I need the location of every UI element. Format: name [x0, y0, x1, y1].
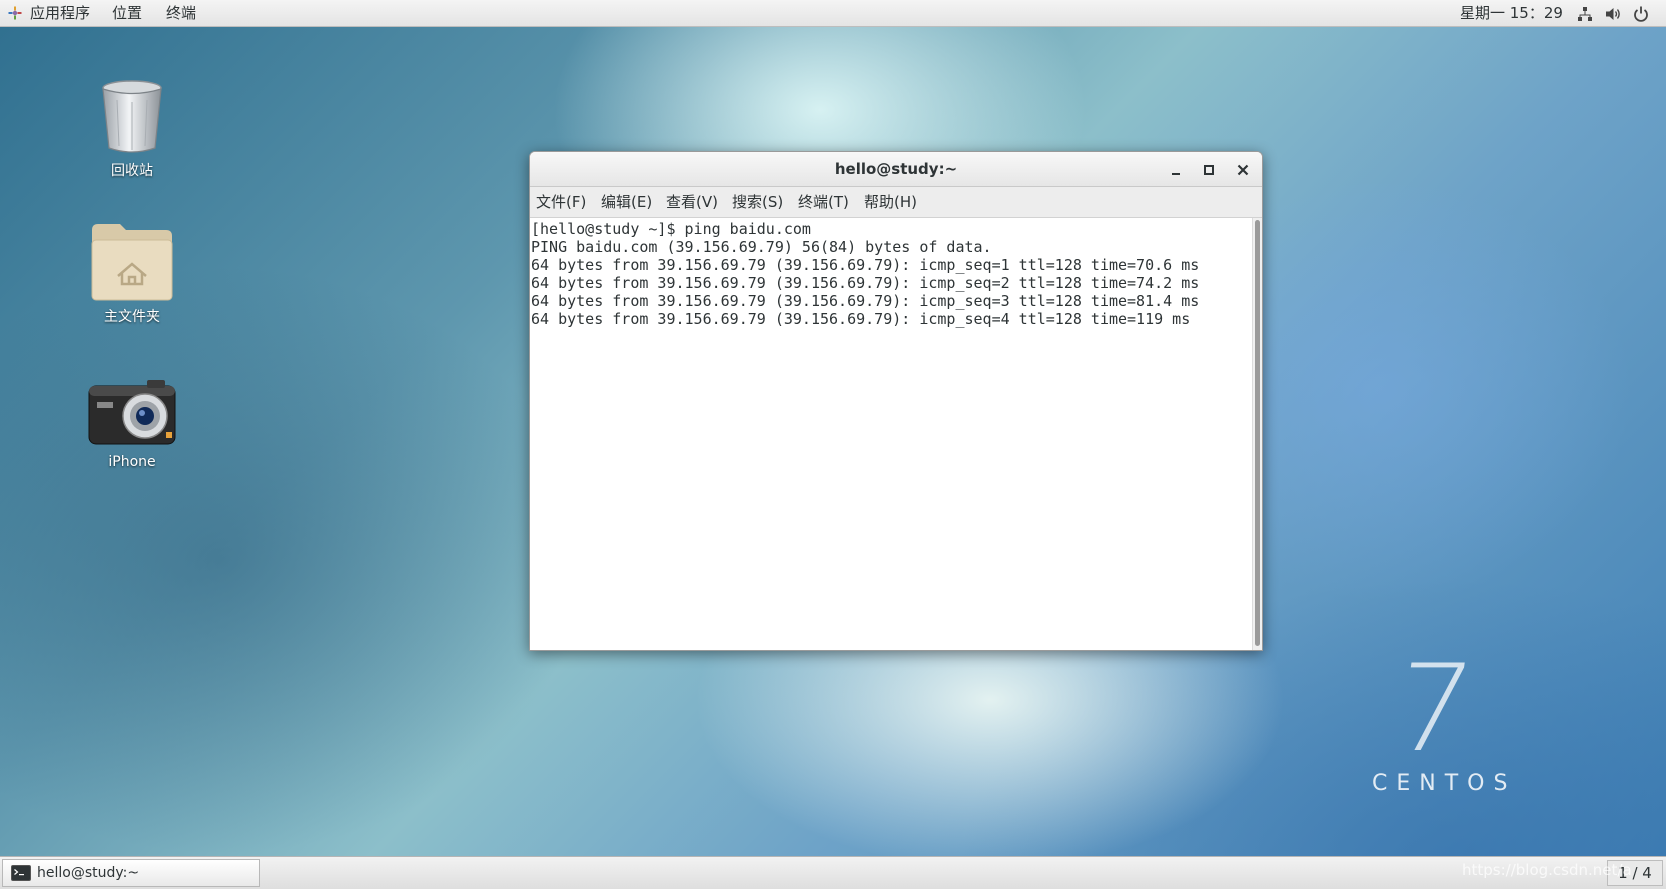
taskbar-window-label: hello@study:~ — [37, 865, 140, 881]
places-menu[interactable]: 位置 — [112, 3, 142, 23]
scrollbar-thumb[interactable] — [1255, 220, 1260, 646]
window-titlebar[interactable]: hello@study:~ — [530, 152, 1262, 187]
camera-icon — [88, 380, 176, 445]
terminal-line: [hello@study ~]$ ping baidu.com — [531, 220, 811, 238]
minimize-button[interactable] — [1167, 161, 1185, 179]
bottom-taskbar: hello@study:~ 1 / 4 — [0, 856, 1666, 889]
home-folder-icon — [91, 224, 173, 301]
terminal-output[interactable]: [hello@study ~]$ ping baidu.com PING bai… — [530, 218, 1254, 650]
desktop-icon-label: 主文件夹 — [104, 309, 160, 325]
menu-search[interactable]: 搜索(S) — [732, 192, 783, 212]
desktop-icon-home[interactable]: 主文件夹 — [72, 222, 192, 326]
terminal-line: 64 bytes from 39.156.69.79 (39.156.69.79… — [531, 292, 1200, 310]
apps-menu-icon[interactable] — [8, 6, 22, 20]
desktop-icon-label: 回收站 — [111, 163, 153, 179]
trash-icon — [102, 80, 162, 153]
desktop: 应用程序 位置 终端 星期一 15：29 回收站 主文件夹 iPhone hel… — [0, 0, 1666, 889]
taskbar-window-item[interactable]: hello@study:~ — [2, 859, 260, 887]
window-title: hello@study:~ — [834, 160, 958, 178]
menu-view[interactable]: 查看(V) — [666, 192, 718, 212]
watermark-text: https://blog.csdn.net/a — [1462, 861, 1632, 879]
applications-menu[interactable]: 应用程序 — [30, 3, 90, 23]
power-icon[interactable] — [1632, 5, 1650, 23]
menu-terminal[interactable]: 终端(T) — [798, 192, 849, 212]
terminal-icon — [11, 865, 31, 881]
terminal-line: PING baidu.com (39.156.69.79) 56(84) byt… — [531, 238, 992, 256]
desktop-icon-iphone[interactable]: iPhone — [72, 378, 192, 470]
menu-edit[interactable]: 编辑(E) — [601, 192, 652, 212]
menu-help[interactable]: 帮助(H) — [864, 192, 917, 212]
desktop-icon-label: iPhone — [108, 454, 156, 470]
desktop-icon-trash[interactable]: 回收站 — [72, 78, 192, 180]
close-button[interactable] — [1234, 161, 1252, 179]
terminal-line: 64 bytes from 39.156.69.79 (39.156.69.79… — [531, 274, 1200, 292]
centos-version-logo: 7 — [1385, 640, 1482, 779]
clock[interactable]: 星期一 15：29 — [1460, 3, 1563, 23]
terminal-line: 64 bytes from 39.156.69.79 (39.156.69.79… — [531, 310, 1191, 328]
terminal-window: hello@study:~ 文件(F) 编辑(E) 查看(V) 搜索(S) 终端… — [529, 151, 1263, 651]
centos-wordmark: CENTOS — [1372, 771, 1517, 796]
network-icon[interactable] — [1576, 5, 1594, 23]
volume-icon[interactable] — [1604, 5, 1622, 23]
maximize-button[interactable] — [1200, 161, 1218, 179]
menu-file[interactable]: 文件(F) — [536, 192, 586, 212]
terminal-scrollbar[interactable] — [1252, 218, 1262, 650]
terminal-app-menu[interactable]: 终端 — [166, 3, 196, 23]
window-menubar: 文件(F) 编辑(E) 查看(V) 搜索(S) 终端(T) 帮助(H) — [530, 187, 1262, 218]
terminal-line: 64 bytes from 39.156.69.79 (39.156.69.79… — [531, 256, 1200, 274]
top-bar: 应用程序 位置 终端 星期一 15：29 — [0, 0, 1666, 27]
